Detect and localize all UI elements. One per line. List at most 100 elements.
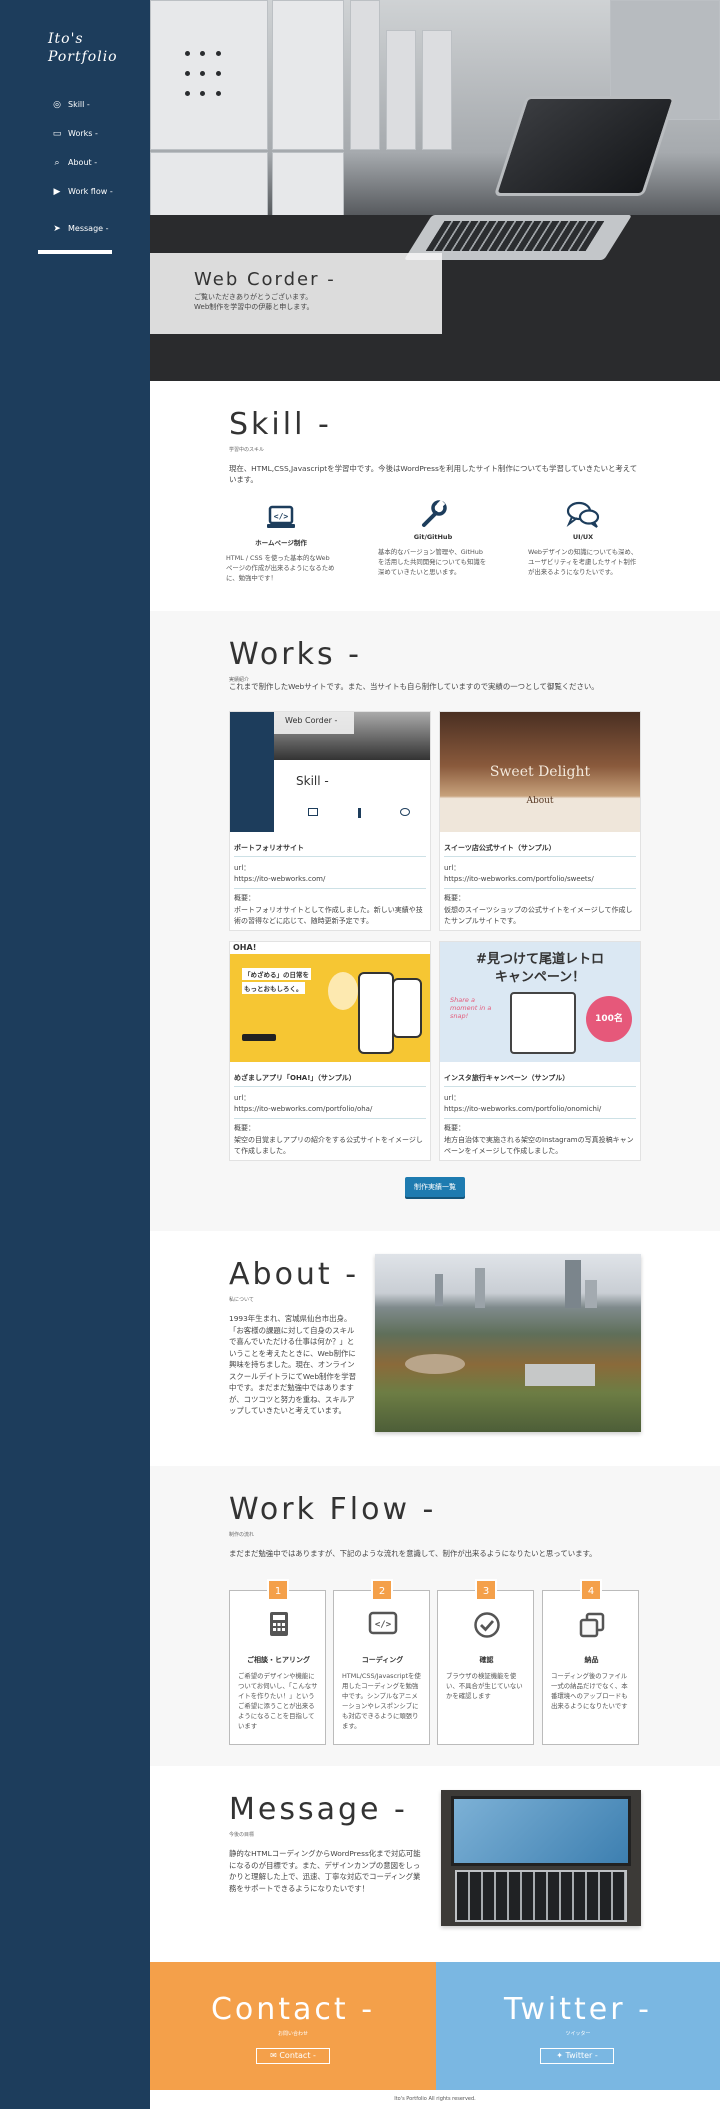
twitter-subtitle: ツイッター <box>565 2031 591 2037</box>
logo-line2: Portfolio <box>48 49 118 65</box>
twitter-section: Twitter - ツイッター ✦ Twitter - <box>436 1962 720 2090</box>
shelf-box <box>272 0 344 150</box>
work-card[interactable]: Web Corder - Skill - ポートフォリオサイト url： htt… <box>229 711 431 931</box>
work-desc: ポートフォリオサイトとして作成しました。新しい実績や技術の習得などに応じて、随時… <box>234 906 423 925</box>
url-label: url： <box>444 1094 461 1102</box>
work-url[interactable]: https://ito-webworks.com/portfolio/oha/ <box>234 1105 372 1113</box>
shelf-box <box>150 0 268 150</box>
code-icon: </> <box>334 1611 431 1643</box>
work-card[interactable]: OHA! 「めざめる」の日常を もっとおもしろく。 めざましアプリ「OHA!」（… <box>229 941 431 1161</box>
laptop-photo <box>441 1790 641 1926</box>
oha-thumbnail: OHA! 「めざめる」の日常を もっとおもしろく。 <box>230 942 430 1062</box>
workflow-section: Work Flow - 制作の流れ まだまだ勉強中ではありますが、下記のような流… <box>150 1466 720 1766</box>
nav-indicator <box>38 250 112 254</box>
footer-copyright: Ito's Portfolio All rights reserved. <box>150 2090 720 2109</box>
building <box>565 1260 581 1308</box>
flow-step: 2 </> コーディング HTML/CSS/Javascriptを使用したコーデ… <box>333 1579 431 1745</box>
eye-icon: ◎ <box>53 100 61 110</box>
work-desc: 地方自治体で実施される架空のInstagramの写真投稿キャンペーンをイメージし… <box>444 1136 634 1155</box>
shelf-box <box>386 30 416 150</box>
works-intro: これまで制作したWebサイトです。また、当サイトも自ら制作していますので実績の一… <box>229 682 599 691</box>
site-logo[interactable]: Ito's Portfolio <box>48 30 118 66</box>
step-desc: ご希望のデザインや機能についてお伺いし、「こんなサイトを作りたい！」というご希望… <box>238 1672 318 1730</box>
search-icon: ⌕ <box>54 158 60 168</box>
flow-step: 3 確認 ブラウザの検証機能を使い、不具合が生じていないかを確認します <box>437 1579 535 1745</box>
work-title: スイーツ店公式サイト（サンプル） <box>444 844 556 852</box>
laptop-code-icon: </> <box>226 503 336 533</box>
workflow-title: Work Flow - <box>229 1492 437 1527</box>
about-section: About - 私について 1993年生まれ、宮城県仙台市出身。「お客様の課題に… <box>150 1231 720 1466</box>
work-url[interactable]: https://ito-webworks.com/portfolio/onomi… <box>444 1105 601 1113</box>
divider <box>234 888 426 889</box>
works-list-button[interactable]: 制作実績一覧 <box>405 1177 465 1197</box>
sidebar-nav: ◎ Skill - ▭ Works - ⌕ About - ▶ Work flo… <box>50 100 140 253</box>
thumb-icon <box>308 808 318 816</box>
twitter-icon: ✦ <box>556 2051 563 2060</box>
work-title: インスタ旅行キャンペーン（サンプル） <box>444 1074 570 1082</box>
hero-text: ご覧いただきありがとうございます。 Web制作を学習中の伊藤と申します。 <box>194 292 314 312</box>
work-card[interactable]: Sweet Delight About スイーツ店公式サイト（サンプル） url… <box>439 711 641 931</box>
step-name: ご相談・ヒアリング <box>247 1656 310 1664</box>
nav-label: Message - <box>68 224 109 233</box>
nav-item-message[interactable]: ➤ Message - <box>50 224 140 253</box>
skill-desc: Webデザインの知識についても深め、ユーザビリティを考慮したサイト制作が出来るよ… <box>528 548 638 576</box>
work-card[interactable]: #見つけて尾道レトロ キャンペーン！ Share a moment in a s… <box>439 941 641 1161</box>
hero-text-line1: ご覧いただきありがとうございます。 <box>194 293 313 301</box>
twitter-button[interactable]: ✦ Twitter - <box>540 2048 614 2064</box>
comments-icon <box>528 499 638 529</box>
workflow-subtitle: 制作の流れ <box>229 1532 255 1538</box>
thumb-skill-title: Skill - <box>296 774 329 788</box>
building <box>525 1364 595 1386</box>
divider <box>444 1086 636 1087</box>
message-subtitle: 今後の目標 <box>229 1832 255 1838</box>
skill-desc: 基本的なバージョン管理や、GitHubを活用した共同開発についても知識を深めてい… <box>378 548 487 576</box>
nav-label: About - <box>68 158 98 167</box>
copy-icon <box>543 1611 640 1645</box>
hero: Web Corder - ご覧いただきありがとうございます。 Web制作を学習中… <box>150 0 720 381</box>
step-number: 3 <box>475 1579 497 1601</box>
nav-label: Skill - <box>68 100 90 109</box>
skill-section: Skill - 学習中のスキル 現在、HTML,CSS,Javascriptを学… <box>150 381 720 611</box>
work-desc: 仮想のスイーツショップの公式サイトをイメージして作成したサンプルサイトです。 <box>444 906 633 925</box>
about-text: 1993年生まれ、宮城県仙台市出身。「お客様の課題に対して自身のスキルで喜んでい… <box>229 1314 356 1415</box>
url-label: url： <box>234 864 251 872</box>
skill-item: </> ホームページ制作 HTML / CSS を使った基本的なWebページの作… <box>226 503 336 583</box>
thumb-headline: もっとおもしろく。 <box>242 982 305 994</box>
contact-title: Contact - <box>210 1992 376 2027</box>
check-circle-icon <box>438 1611 535 1645</box>
skill-name: UI/UX <box>572 533 594 541</box>
play-icon: ▶ <box>53 187 61 197</box>
step-desc: コーディング後のファイル一式の納品だけでなく、本番環境へのアップロードも出来るよ… <box>551 1672 628 1710</box>
divider <box>234 1086 426 1087</box>
svg-text:</>: </> <box>274 512 289 521</box>
work-title: ポートフォリオサイト <box>234 844 304 852</box>
divider <box>234 1118 426 1119</box>
message-title: Message - <box>229 1792 408 1827</box>
calculator-icon <box>230 1611 327 1643</box>
step-name: 確認 <box>479 1656 494 1664</box>
building <box>585 1280 597 1308</box>
step-number: 1 <box>267 1579 289 1601</box>
desc-label: 概要： <box>234 894 255 902</box>
thumb-sweets-about: About <box>526 796 554 806</box>
nav-item-skill[interactable]: ◎ Skill - <box>50 100 140 129</box>
nav-item-workflow[interactable]: ▶ Work flow - <box>50 187 140 224</box>
city-photo <box>375 1254 641 1432</box>
nav-item-about[interactable]: ⌕ About - <box>50 158 140 187</box>
hero-title: Web Corder - <box>194 269 336 290</box>
thumb-phone <box>358 972 394 1054</box>
laptop-icon: ▭ <box>52 129 62 139</box>
step-number: 2 <box>371 1579 393 1601</box>
works-section: Works - 実績紹介 これまで制作したWebサイトです。また、当サイトも自ら… <box>150 611 720 1231</box>
nav-label: Works - <box>68 129 98 138</box>
work-url[interactable]: https://ito-webworks.com/ <box>234 875 325 883</box>
thumb-hero-title: Web Corder - <box>285 716 338 725</box>
contact-button[interactable]: ✉ Contact - <box>256 2048 330 2064</box>
hero-text-line2: Web制作を学習中の伊藤と申します。 <box>194 303 314 311</box>
thumb-icon <box>358 808 361 818</box>
nav-item-works[interactable]: ▭ Works - <box>50 129 140 158</box>
thumb-character <box>328 972 358 1010</box>
skill-item: Git/GitHub 基本的なバージョン管理や、GitHubを活用した共同開発に… <box>378 499 488 577</box>
work-url[interactable]: https://ito-webworks.com/portfolio/sweet… <box>444 875 594 883</box>
laptop-image <box>493 96 677 196</box>
